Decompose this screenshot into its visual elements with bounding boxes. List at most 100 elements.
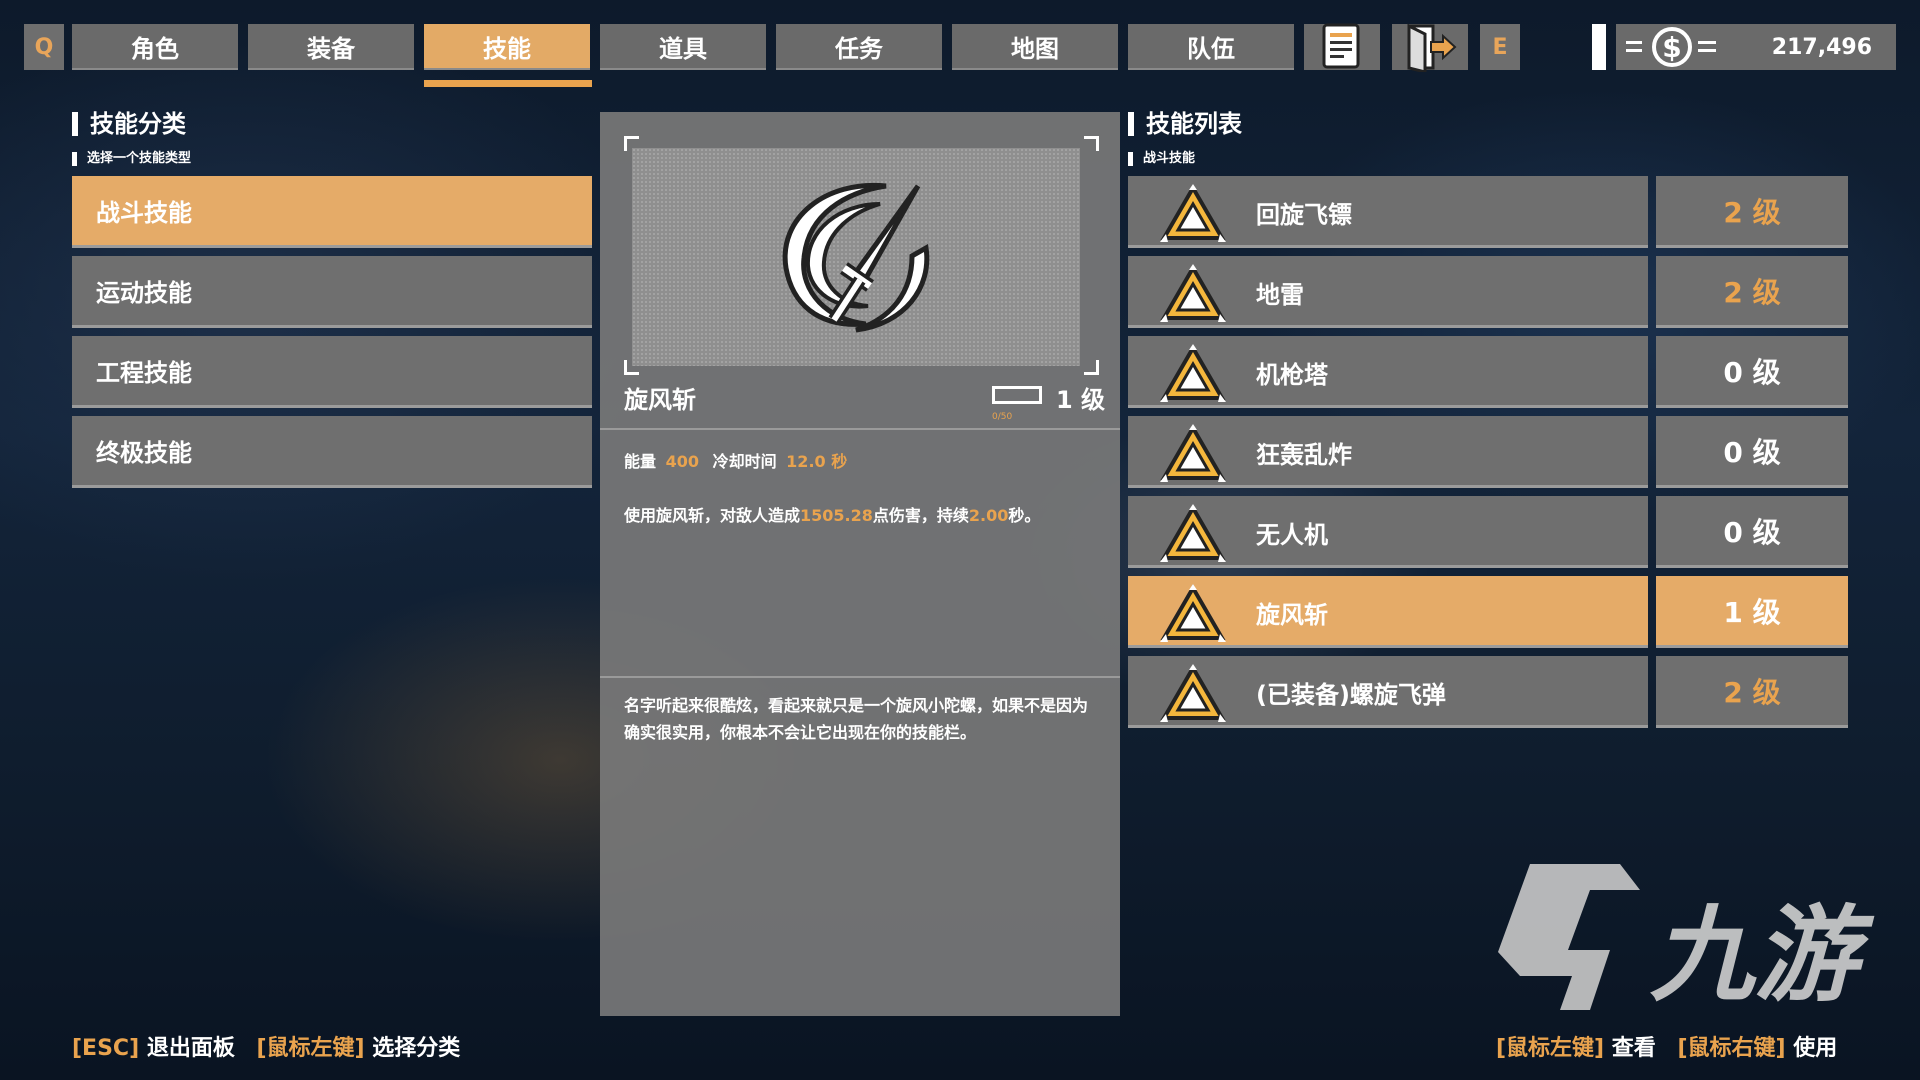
hint-key: [鼠标左键] <box>1496 1036 1605 1061</box>
hint-label: 选择分类 <box>372 1036 461 1061</box>
frame-corner <box>1084 136 1099 151</box>
desc-duration: 2.00 <box>968 506 1009 525</box>
tab-items[interactable]: 道具 <box>600 24 766 70</box>
skill-name: 地雷 <box>1256 280 1304 309</box>
divider <box>600 676 1120 678</box>
tab-label: 道具 <box>659 34 707 63</box>
exit-door-icon <box>1407 23 1457 72</box>
active-tab-indicator <box>424 80 592 87</box>
skill-name: (已装备)螺旋飞弹 <box>1256 680 1446 709</box>
skill-rank-icon <box>1160 664 1226 722</box>
divider <box>600 428 1120 430</box>
category-subtitle: 选择一个技能类型 <box>72 152 191 166</box>
skill-rank-icon <box>1160 584 1226 642</box>
skill-rank-icon <box>1160 184 1226 242</box>
svg-text:$: $ <box>1662 31 1681 64</box>
skill-row-mine[interactable]: 地雷 <box>1128 256 1648 328</box>
skill-row-bombard[interactable]: 狂轰乱炸 <box>1128 416 1648 488</box>
category-item-engineering[interactable]: 工程技能 <box>72 336 592 408</box>
energy-value: 400 <box>665 452 699 471</box>
frame-corner <box>624 360 639 375</box>
skill-row-whirlwind[interactable]: 旋风斩 <box>1128 576 1648 648</box>
skill-list-title: 技能列表 <box>1128 112 1242 136</box>
skill-level-badge: 2 级 <box>1656 176 1848 248</box>
hint-esc: [ESC] 退出面板 [鼠标左键] 选择分类 <box>72 1030 460 1062</box>
skill-exp-bar <box>992 386 1042 404</box>
watermark-text: 九游 <box>1650 894 1859 1016</box>
skill-stats: 能量 400 冷却时间 12.0 秒 <box>624 448 847 472</box>
tab-label: 技能 <box>483 34 531 63</box>
prev-tab-key-label: Q <box>34 34 54 60</box>
skill-level-badge: 2 级 <box>1656 256 1848 328</box>
desc-prefix: 使用旋风斩，对敌人造成 <box>624 506 801 525</box>
skill-name: 狂轰乱炸 <box>1256 440 1352 469</box>
hint-label: 使用 <box>1793 1036 1838 1061</box>
next-tab-key-label: E <box>1492 34 1508 60</box>
currency-divider <box>1592 24 1606 70</box>
desc-mid: 点伤害，持续 <box>872 506 969 525</box>
skill-level-badge: 0 级 <box>1656 496 1848 568</box>
notes-button[interactable] <box>1304 23 1380 70</box>
category-title: 技能分类 <box>72 112 186 136</box>
skill-row-drone[interactable]: 无人机 <box>1128 496 1648 568</box>
category-item-movement[interactable]: 运动技能 <box>72 256 592 328</box>
document-icon <box>1322 23 1360 69</box>
skill-row-boomerang[interactable]: 回旋飞镖 <box>1128 176 1648 248</box>
category-item-ultimate[interactable]: 终极技能 <box>72 416 592 488</box>
tab-label: 任务 <box>835 34 883 63</box>
tab-map[interactable]: 地图 <box>952 24 1118 70</box>
desc-suffix: 秒。 <box>1008 506 1041 525</box>
tab-label: 地图 <box>1011 34 1059 63</box>
currency-display: $ 217,496 <box>1616 24 1896 70</box>
exit-door-button[interactable] <box>1392 23 1468 72</box>
tab-quests[interactable]: 任务 <box>776 24 942 70</box>
category-item-combat[interactable]: 战斗技能 <box>72 176 592 248</box>
category-item-label: 运动技能 <box>96 279 192 307</box>
frame-corner <box>1084 360 1099 375</box>
skill-description: 使用旋风斩，对敌人造成1505.28点伤害，持续2.00秒。 <box>624 502 1094 526</box>
tab-label: 装备 <box>307 34 355 63</box>
hint-key: [ESC] <box>72 1036 140 1061</box>
tab-team[interactable]: 队伍 <box>1128 24 1294 70</box>
tab-label: 角色 <box>131 34 179 63</box>
tab-character[interactable]: 角色 <box>72 24 238 70</box>
skill-level-badge: 1 级 <box>1656 576 1848 648</box>
skill-rank-icon <box>1160 344 1226 402</box>
tab-skills[interactable]: 技能 <box>424 24 590 70</box>
hint-key: [鼠标左键] <box>256 1036 365 1061</box>
prev-tab-key[interactable]: Q <box>24 24 64 70</box>
skill-level-badge: 0 级 <box>1656 336 1848 408</box>
category-item-label: 工程技能 <box>96 359 192 387</box>
skill-level-badge: 2 级 <box>1656 656 1848 728</box>
skill-preview <box>632 148 1080 366</box>
skill-detail-panel: 旋风斩 0/50 1 级 能量 400 冷却时间 12.0 秒 使用旋风斩，对敌… <box>600 112 1120 1016</box>
skill-row-spiral-missile[interactable]: (已装备)螺旋飞弹 <box>1128 656 1648 728</box>
hint-mouse: [鼠标左键] 查看 [鼠标右键] 使用 <box>1496 1030 1837 1062</box>
hint-label: 退出面板 <box>146 1036 235 1061</box>
skill-name: 旋风斩 <box>1256 600 1328 629</box>
cooldown-value: 12.0 秒 <box>786 452 848 471</box>
desc-damage: 1505.28 <box>800 506 873 525</box>
skill-name: 旋风斩 <box>624 386 696 414</box>
skill-name: 机枪塔 <box>1256 360 1328 389</box>
skill-exp-text: 0/50 <box>992 412 1013 422</box>
skill-name: 回旋飞镖 <box>1256 200 1352 229</box>
tab-equipment[interactable]: 装备 <box>248 24 414 70</box>
jiuyou-logo-icon <box>1498 864 1640 1010</box>
skill-level: 1 级 <box>1056 386 1106 414</box>
skill-list-subtitle: 战斗技能 <box>1128 152 1195 166</box>
currency-amount: 217,496 <box>1771 34 1872 60</box>
hint-label: 查看 <box>1611 1036 1656 1061</box>
category-item-label: 终极技能 <box>96 439 192 467</box>
energy-label: 能量 <box>624 452 657 471</box>
category-item-label: 战斗技能 <box>96 199 192 227</box>
whirlwind-slash-icon <box>782 182 930 333</box>
next-tab-key[interactable]: E <box>1480 24 1520 70</box>
skill-flavor-text: 名字听起来很酷炫，看起来就只是一个旋风小陀螺，如果不是因为确实很实用，你根本不会… <box>624 696 1089 742</box>
money-icon: $ <box>1626 27 1716 67</box>
skill-rank-icon <box>1160 504 1226 562</box>
cooldown-label: 冷却时间 <box>712 452 777 471</box>
skill-row-turret[interactable]: 机枪塔 <box>1128 336 1648 408</box>
frame-corner <box>624 136 639 151</box>
skill-level-badge: 0 级 <box>1656 416 1848 488</box>
